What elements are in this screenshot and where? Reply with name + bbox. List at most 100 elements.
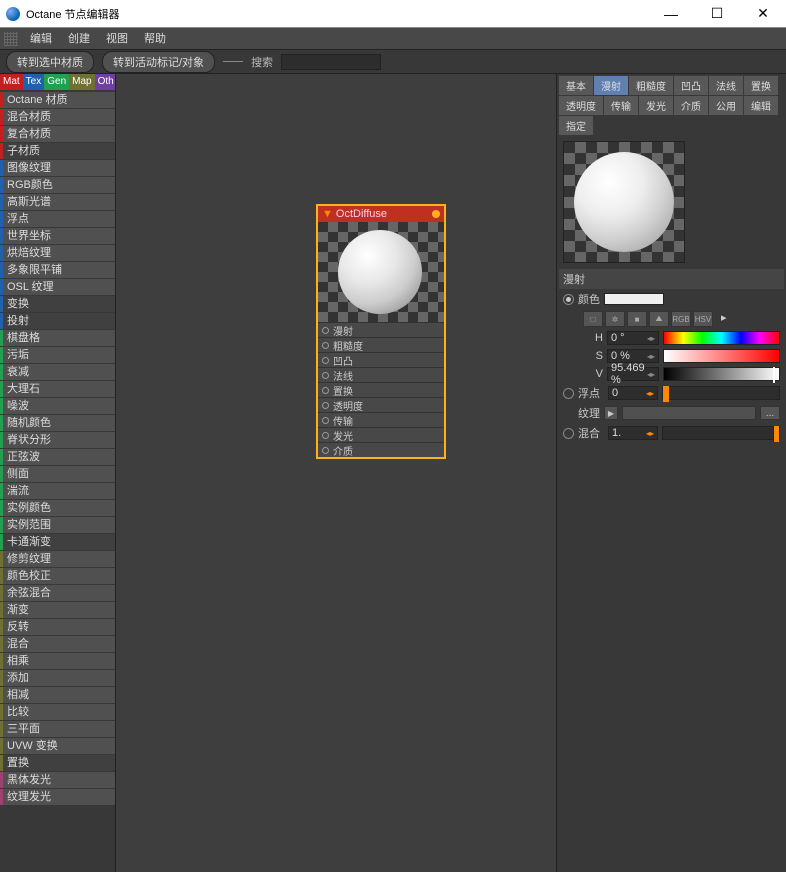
port-ring-icon[interactable] — [322, 342, 329, 349]
tab-传输[interactable]: 传输 — [604, 96, 638, 115]
radio-mix[interactable] — [563, 428, 574, 439]
sidebar-item[interactable]: 大理石 — [0, 381, 115, 397]
collapse-icon[interactable]: ▼ — [322, 208, 333, 220]
sidebar-item[interactable]: 子材质 — [0, 143, 115, 159]
close-button[interactable]: ✕ — [740, 0, 786, 28]
sidebar-item[interactable]: 噪波 — [0, 398, 115, 414]
float-slider[interactable] — [662, 386, 780, 400]
expand-arrow-icon[interactable]: ▸ — [721, 311, 727, 327]
node-port[interactable]: 粗糙度 — [318, 337, 444, 352]
port-ring-icon[interactable] — [322, 327, 329, 334]
colormode-icon[interactable]: RGB — [671, 311, 691, 327]
colormode-icon[interactable]: ✲ — [605, 311, 625, 327]
tab-粗糙度[interactable]: 粗糙度 — [629, 76, 673, 95]
sidebar-item[interactable]: UVW 变换 — [0, 738, 115, 754]
sidebar-item[interactable]: 侧面 — [0, 466, 115, 482]
tab-漫射[interactable]: 漫射 — [594, 76, 628, 95]
sidebar-item[interactable]: 卡通渐变 — [0, 534, 115, 550]
sidebar-item[interactable]: 混合材质 — [0, 109, 115, 125]
node-port[interactable]: 发光 — [318, 427, 444, 442]
sidebar-item[interactable]: 实例范围 — [0, 517, 115, 533]
tab-发光[interactable]: 发光 — [639, 96, 673, 115]
port-ring-icon[interactable] — [322, 372, 329, 379]
port-ring-icon[interactable] — [322, 357, 329, 364]
mix-slider[interactable] — [662, 426, 780, 440]
colormode-icon[interactable]: HSV — [693, 311, 713, 327]
mix-value[interactable]: 1.◂▸ — [608, 426, 658, 440]
sidebar-item[interactable]: 烘焙纹理 — [0, 245, 115, 261]
colormode-icon[interactable]: □ — [583, 311, 603, 327]
node-port[interactable]: 传输 — [318, 412, 444, 427]
goto-active-tag-button[interactable]: 转到活动标记/对象 — [102, 51, 215, 73]
sidebar-item[interactable]: 脊状分形 — [0, 432, 115, 448]
goto-sel-material-button[interactable]: 转到选中材质 — [6, 51, 94, 73]
tag-Tex[interactable]: Tex — [23, 74, 45, 90]
node-port[interactable]: 置换 — [318, 382, 444, 397]
tag-Gen[interactable]: Gen — [44, 74, 69, 90]
maximize-button[interactable]: ☐ — [694, 0, 740, 28]
val-slider[interactable] — [663, 367, 780, 381]
sidebar-item[interactable]: 颜色校正 — [0, 568, 115, 584]
search-input[interactable] — [281, 54, 381, 70]
node-port[interactable]: 凹凸 — [318, 352, 444, 367]
color-swatch[interactable] — [604, 293, 664, 305]
sidebar-item[interactable]: 混合 — [0, 636, 115, 652]
sidebar-item[interactable]: 多象限平铺 — [0, 262, 115, 278]
tag-Mat[interactable]: Mat — [0, 74, 23, 90]
port-ring-icon[interactable] — [322, 447, 329, 454]
radio-color[interactable] — [563, 294, 574, 305]
sidebar-item[interactable]: 湍流 — [0, 483, 115, 499]
port-ring-icon[interactable] — [322, 387, 329, 394]
sidebar-item[interactable]: 污垢 — [0, 347, 115, 363]
float-value[interactable]: 0◂▸ — [608, 386, 658, 400]
minimize-button[interactable]: — — [648, 0, 694, 28]
port-ring-icon[interactable] — [322, 417, 329, 424]
sidebar-item[interactable]: 棋盘格 — [0, 330, 115, 346]
texture-field[interactable] — [622, 406, 756, 420]
tab-公用[interactable]: 公用 — [709, 96, 743, 115]
radio-float[interactable] — [563, 388, 574, 399]
node-port[interactable]: 介质 — [318, 442, 444, 457]
sidebar-item[interactable]: 投射 — [0, 313, 115, 329]
menu-编辑[interactable]: 编辑 — [22, 28, 60, 50]
node-octdiffuse[interactable]: ▼ OctDiffuse 漫射粗糙度凹凸法线置换透明度传输发光介质 — [316, 204, 446, 459]
tab-基本[interactable]: 基本 — [559, 76, 593, 95]
port-ring-icon[interactable] — [322, 432, 329, 439]
sat-slider[interactable] — [663, 349, 780, 363]
texture-browse-button[interactable]: ... — [760, 406, 780, 420]
v-value[interactable]: 95.469 %◂▸ — [607, 367, 659, 381]
tab-凹凸[interactable]: 凹凸 — [674, 76, 708, 95]
sidebar-item[interactable]: 比较 — [0, 704, 115, 720]
node-output-dot-icon[interactable] — [432, 210, 440, 218]
sidebar-item[interactable]: 世界坐标 — [0, 228, 115, 244]
sidebar-item[interactable]: 修剪纹理 — [0, 551, 115, 567]
sidebar-item[interactable]: 反转 — [0, 619, 115, 635]
node-canvas[interactable]: ▼ OctDiffuse 漫射粗糙度凹凸法线置换透明度传输发光介质 — [116, 74, 556, 872]
sidebar-item[interactable]: 衰减 — [0, 364, 115, 380]
texture-play-button[interactable]: ▶ — [604, 406, 618, 420]
port-ring-icon[interactable] — [322, 402, 329, 409]
sidebar-item[interactable]: Octane 材质 — [0, 92, 115, 108]
tab-介质[interactable]: 介质 — [674, 96, 708, 115]
menu-视图[interactable]: 视图 — [98, 28, 136, 50]
tag-Oth[interactable]: Oth — [95, 74, 116, 90]
sidebar-item[interactable]: 黑体发光 — [0, 772, 115, 788]
sidebar-item[interactable]: 高斯光谱 — [0, 194, 115, 210]
sidebar-item[interactable]: 随机颜色 — [0, 415, 115, 431]
h-value[interactable]: 0 °◂▸ — [607, 331, 659, 345]
tab-透明度[interactable]: 透明度 — [559, 96, 603, 115]
menu-创建[interactable]: 创建 — [60, 28, 98, 50]
sidebar-item[interactable]: 正弦波 — [0, 449, 115, 465]
sidebar-item[interactable]: 余弦混合 — [0, 585, 115, 601]
s-value[interactable]: 0 %◂▸ — [607, 349, 659, 363]
sidebar-item[interactable]: 置换 — [0, 755, 115, 771]
sidebar-item[interactable]: 添加 — [0, 670, 115, 686]
sidebar-item[interactable]: 实例颜色 — [0, 500, 115, 516]
sidebar-item[interactable]: RGB颜色 — [0, 177, 115, 193]
sidebar-item[interactable]: 渐变 — [0, 602, 115, 618]
sidebar-item[interactable]: 纹理发光 — [0, 789, 115, 805]
sidebar-item[interactable]: 相减 — [0, 687, 115, 703]
colormode-icon[interactable]: ■ — [627, 311, 647, 327]
sidebar-item[interactable]: 相乘 — [0, 653, 115, 669]
tab-编辑[interactable]: 编辑 — [744, 96, 778, 115]
